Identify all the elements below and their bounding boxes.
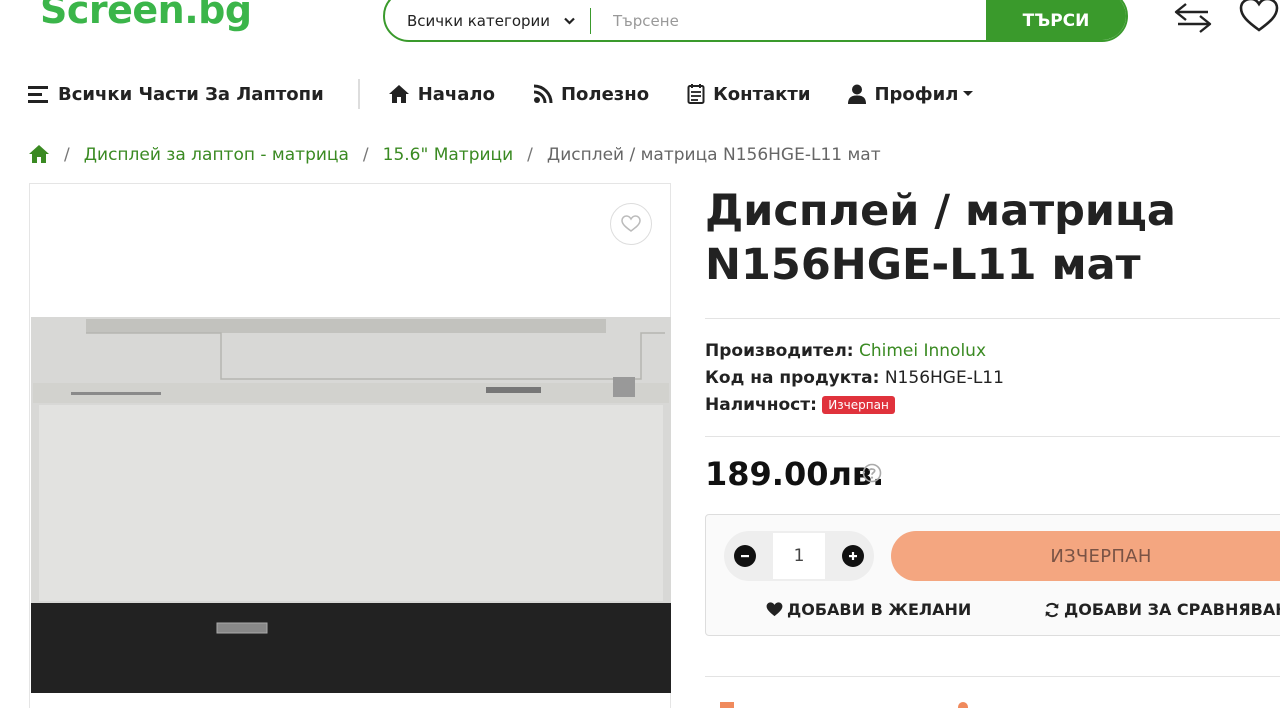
user-icon — [848, 84, 867, 104]
home-icon — [29, 145, 49, 163]
partial-icon — [958, 702, 968, 708]
breadcrumb-separator: / — [362, 145, 369, 165]
sync-icon — [1045, 602, 1059, 617]
question-circle-icon[interactable] — [862, 463, 882, 487]
purchase-box: 1 ИЗЧЕРПАН ДОБАВИ В ЖЕЛАНИ ДОБАВИ ЗА СРА… — [705, 514, 1280, 636]
add-to-compare-button[interactable]: ДОБАВИ ЗА СРАВНЯВАНЕ — [1044, 600, 1280, 619]
caret-down-icon — [963, 91, 974, 96]
wishlist-heart-icon[interactable] — [1238, 0, 1280, 40]
nav-divider — [357, 79, 360, 109]
product-code-row: Код на продукта: N156HGE-L11 — [705, 368, 1004, 388]
availability-label: Наличност: — [705, 395, 817, 415]
breadcrumb-separator: / — [64, 145, 70, 165]
search-input[interactable] — [591, 0, 986, 40]
nav-item-label: Профил — [874, 83, 959, 105]
plus-icon — [849, 552, 857, 560]
category-select[interactable]: Всички категории — [385, 0, 590, 40]
chevron-down-icon — [564, 15, 575, 28]
add-to-wishlist-label: ДОБАВИ В ЖЕЛАНИ — [787, 600, 972, 619]
status-badge: Изчерпан — [822, 396, 895, 414]
blog-icon — [533, 84, 553, 104]
product-title-line: Дисплей / матрица — [705, 186, 1176, 236]
contacts-icon — [687, 84, 705, 104]
breadcrumb-link[interactable]: 15.6" Матрици — [383, 145, 514, 165]
product-code-label: Код на продукта: — [705, 368, 880, 388]
product-price: 189.00лв. — [705, 455, 885, 493]
quantity-stepper: 1 — [724, 531, 874, 581]
quantity-input[interactable]: 1 — [773, 533, 825, 579]
heart-icon — [766, 602, 783, 617]
product-image[interactable] — [31, 317, 671, 693]
manufacturer-row: Производител: Chimei Innolux — [705, 341, 986, 361]
out-of-stock-button[interactable]: ИЗЧЕРПАН — [891, 531, 1280, 581]
breadcrumb-home[interactable] — [28, 144, 50, 166]
product-image-card — [29, 183, 671, 708]
nav-item-home[interactable]: Начало — [388, 84, 495, 105]
nav-item-useful[interactable]: Полезно — [533, 84, 649, 105]
decrease-quantity-button[interactable] — [734, 545, 756, 567]
site-logo[interactable]: Screen.bg — [40, 0, 252, 32]
increase-quantity-button[interactable] — [842, 545, 864, 567]
category-select-label: Всички категории — [407, 12, 551, 30]
all-parts-label: Всички Части За Лаптопи — [58, 83, 324, 105]
product-title-line: N156HGE-L11 мат — [705, 240, 1141, 290]
breadcrumb: / Дисплей за лаптоп - матрица / 15.6" Ма… — [28, 144, 881, 166]
home-icon — [388, 85, 409, 103]
nav-item-profile[interactable]: Профил — [848, 84, 974, 105]
product-title: Дисплей / матрица N156HGE-L11 мат — [705, 184, 1265, 292]
search-bar: Всички категории ТЪРСИ — [383, 0, 1128, 42]
search-button[interactable]: ТЪРСИ — [986, 0, 1126, 40]
nav-item-contacts[interactable]: Контакти — [687, 84, 810, 105]
breadcrumb-separator: / — [527, 145, 533, 165]
all-parts-menu[interactable]: Всички Части За Лаптопи — [28, 84, 324, 105]
breadcrumb-current: Дисплей / матрица N156HGE-L11 мат — [546, 145, 881, 165]
main-nav: Всички Части За Лаптопи Начало Полезно К… — [28, 78, 974, 110]
manufacturer-label: Производител: — [705, 341, 854, 361]
minus-icon — [741, 555, 749, 558]
image-wishlist-button[interactable] — [610, 203, 652, 245]
add-to-compare-label: ДОБАВИ ЗА СРАВНЯВАНЕ — [1064, 600, 1280, 619]
availability-row: Наличност: Изчерпан — [705, 395, 895, 415]
nav-item-label: Начало — [417, 83, 495, 105]
heart-outline-icon — [621, 215, 641, 232]
divider — [705, 676, 1280, 677]
breadcrumb-link[interactable]: Дисплей за лаптоп - матрица — [84, 145, 349, 165]
manufacturer-link[interactable]: Chimei Innolux — [859, 341, 986, 361]
menu-icon — [28, 86, 48, 103]
compare-icon[interactable] — [1172, 0, 1214, 40]
nav-item-label: Контакти — [713, 83, 811, 105]
product-code-value: N156HGE-L11 — [884, 368, 1004, 388]
partial-icon — [720, 702, 734, 708]
add-to-wishlist-button[interactable]: ДОБАВИ В ЖЕЛАНИ — [766, 600, 971, 619]
divider — [705, 436, 1280, 437]
divider — [705, 318, 1280, 319]
nav-item-label: Полезно — [560, 83, 650, 105]
